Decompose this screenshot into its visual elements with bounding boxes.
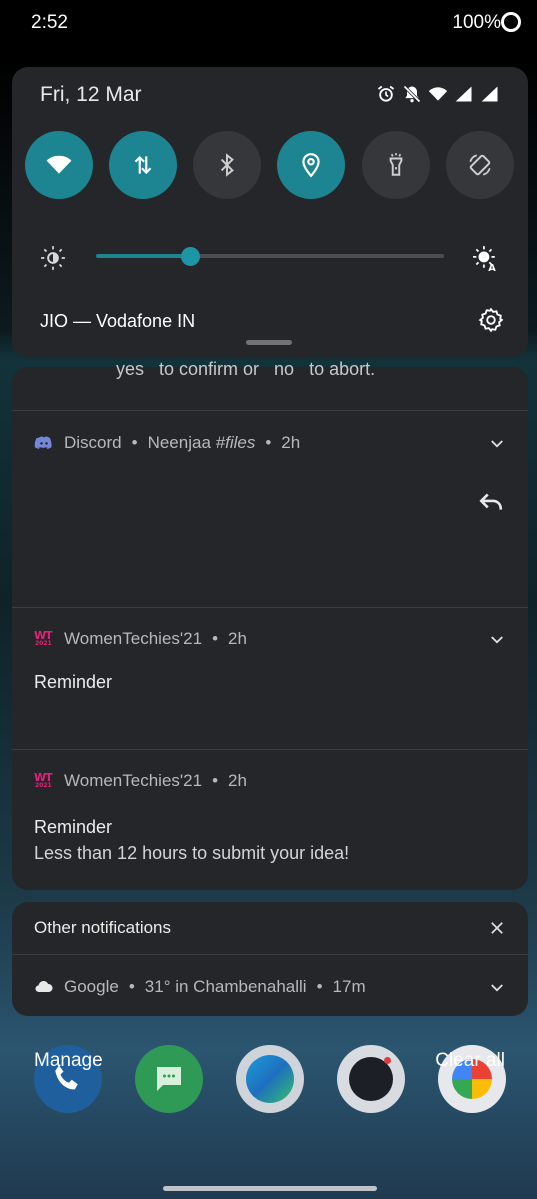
cell-signal-icon	[455, 86, 472, 102]
divider	[12, 954, 528, 955]
notif-title: Reminder	[34, 817, 113, 837]
gesture-nav-handle[interactable]	[163, 1186, 377, 1191]
divider	[12, 749, 528, 750]
wifi-tile[interactable]	[25, 131, 93, 199]
qs-drag-handle[interactable]	[246, 340, 292, 345]
notif-app-name: WomenTechies'21	[64, 629, 203, 648]
wt1-header: WT 2021 WomenTechies'21 • 2h	[34, 629, 247, 649]
notif-separator: •	[212, 629, 219, 648]
battery-icon	[501, 12, 521, 32]
notif-app-name: WomenTechies'21	[64, 771, 203, 790]
mobile-data-icon	[134, 155, 152, 175]
clear-all-button[interactable]: Clear all	[435, 1050, 505, 1072]
divider	[12, 410, 528, 411]
discord-header: Discord • Neenjaa #files • 2h	[34, 433, 300, 453]
status-bar: 2:52 100%	[0, 0, 537, 48]
location-tile[interactable]	[277, 131, 345, 199]
messages-app-icon[interactable]	[135, 1045, 203, 1113]
auto-rotate-icon	[469, 154, 491, 176]
close-icon[interactable]	[488, 919, 506, 937]
brightness-low-icon	[41, 246, 65, 270]
wifi-signal-icon	[428, 87, 448, 101]
notif-channel: #files	[215, 433, 256, 452]
quick-settings-panel: Fri, 12 Mar A JIO — Vodafone IN	[12, 67, 528, 357]
notif-app-name: Discord	[64, 433, 122, 452]
discord-icon	[34, 436, 52, 449]
notif-sender: Neenjaa #files	[148, 433, 256, 453]
notif-separator: •	[128, 977, 135, 996]
chevron-down-icon[interactable]	[488, 435, 506, 453]
qs-status-icons	[376, 84, 500, 104]
notif-time: 17m	[332, 977, 366, 996]
cell-signal-2-icon	[481, 86, 498, 102]
notification-discord[interactable]: yes to confirm or no to abort. Discord •…	[12, 359, 528, 609]
brightness-slider-thumb[interactable]	[180, 247, 200, 266]
notif-app-name: Google	[64, 977, 119, 996]
divider	[12, 607, 528, 608]
carrier-name: JIO — Vodafone IN	[40, 311, 196, 331]
womentechies-logo: WT 2021	[34, 771, 54, 791]
brightness-control: A	[40, 243, 500, 271]
location-icon	[302, 153, 320, 178]
notification-womentechies-2[interactable]: WT 2021 WomenTechies'21 • 2h Reminder Le…	[12, 749, 528, 890]
battery-percentage: 100%	[452, 12, 501, 33]
qs-date[interactable]: Fri, 12 Mar	[40, 83, 142, 107]
notif-title: Reminder	[34, 672, 113, 692]
partial-notification-text: yes to confirm or no to abort.	[116, 359, 376, 379]
notif-separator: •	[212, 771, 219, 790]
edge-app-icon[interactable]	[236, 1045, 304, 1113]
notif-body: Less than 12 hours to submit your idea!	[34, 843, 350, 863]
notif-separator: •	[131, 433, 138, 452]
camera-app-icon[interactable]	[337, 1045, 405, 1113]
camera-dot-icon	[384, 1057, 391, 1064]
notification-womentechies-1[interactable]: WT 2021 WomenTechies'21 • 2h Reminder	[12, 607, 528, 749]
auto-brightness-icon[interactable]: A	[472, 245, 498, 271]
wt2-header: WT 2021 WomenTechies'21 • 2h	[34, 771, 247, 791]
svg-text:A: A	[488, 263, 496, 271]
notif-separator: •	[316, 977, 323, 996]
wifi-icon	[46, 155, 72, 174]
notif-text: 31° in Chambenahalli	[144, 977, 307, 996]
wt-logo-year: 2021	[35, 640, 52, 647]
status-time: 2:52	[31, 12, 68, 33]
alarm-icon	[377, 85, 395, 102]
notifications-off-icon	[403, 85, 421, 103]
cloud-icon	[35, 980, 53, 993]
auto-rotate-tile[interactable]	[446, 131, 514, 199]
bluetooth-icon	[220, 153, 234, 177]
other-notifications-card: Other notifications Google • 31° in Cham…	[12, 902, 528, 1016]
womentechies-logo: WT 2021	[34, 629, 54, 649]
notif-sender-name: Neenjaa	[147, 433, 211, 452]
chevron-down-icon[interactable]	[488, 631, 506, 649]
mobile-data-tile[interactable]	[109, 131, 177, 199]
qs-tiles	[25, 131, 515, 199]
notif-time: 2h	[228, 771, 247, 790]
brightness-slider[interactable]	[96, 247, 444, 266]
edge-logo-icon	[246, 1055, 294, 1103]
notif-separator: •	[265, 433, 272, 452]
wt-logo-year: 2021	[35, 782, 52, 789]
flashlight-icon	[389, 153, 403, 176]
reply-icon[interactable]	[478, 489, 504, 515]
chevron-down-icon[interactable]	[488, 979, 506, 997]
flashlight-tile[interactable]	[362, 131, 430, 199]
notif-time: 2h	[281, 433, 301, 452]
manage-button[interactable]: Manage	[34, 1050, 103, 1072]
brightness-slider-fill	[96, 254, 190, 258]
other-notifications-title: Other notifications	[34, 918, 172, 937]
settings-gear-icon[interactable]	[478, 307, 504, 333]
google-notification[interactable]: Google • 31° in Chambenahalli • 17m	[34, 977, 366, 997]
notif-time: 2h	[228, 629, 247, 648]
chat-bubble-icon	[157, 1067, 181, 1091]
bluetooth-tile[interactable]	[193, 131, 261, 199]
